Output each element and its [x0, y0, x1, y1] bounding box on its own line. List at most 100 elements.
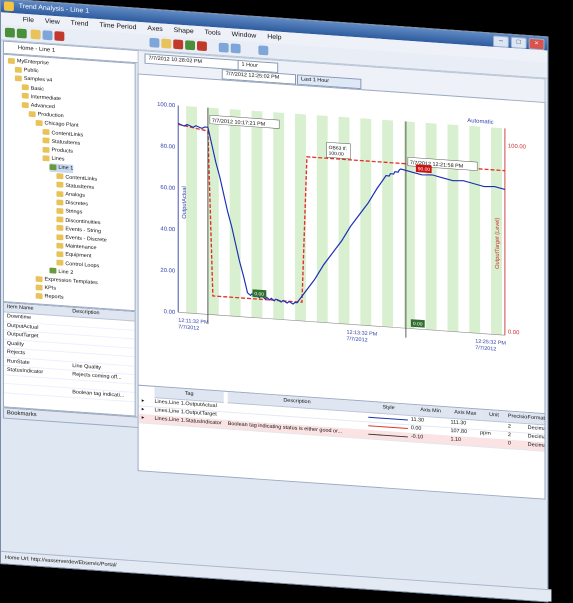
tree-item[interactable]: Reports: [35, 292, 64, 302]
tree-item-label: StatusItems: [65, 182, 95, 191]
time-period-value: Last 1 Hour: [300, 76, 330, 85]
time-band: [229, 109, 241, 317]
folder-icon: [35, 292, 43, 300]
save-icon[interactable]: [42, 30, 53, 41]
folder-icon: [21, 93, 29, 100]
y-tick-label: 60.00: [160, 185, 175, 192]
target-marker-label: 90.00: [418, 166, 431, 173]
tree-item-label: Products: [51, 147, 73, 155]
tree-item-label: Maintenance: [65, 243, 97, 252]
menu-file[interactable]: File: [23, 14, 34, 27]
pen-style-swatch[interactable]: [368, 416, 408, 421]
navigation-tree[interactable]: MyEnterprise Public Samples v4 Basic Interme…: [2, 53, 136, 312]
tree-item-label: Equipment: [65, 252, 92, 260]
tree-item-label: Basic: [30, 85, 45, 92]
window-title: Trend Analysis - Line 1: [18, 3, 90, 15]
time-band: [469, 125, 481, 334]
start-time-field[interactable]: 7/7/2012 10:28:02 PM: [144, 53, 239, 71]
folder-icon: [56, 181, 64, 189]
time-band: [316, 115, 328, 323]
zoom-icon[interactable]: [218, 42, 229, 53]
delete-icon[interactable]: [54, 31, 65, 42]
time-band: [273, 112, 285, 320]
time-band: [382, 119, 394, 328]
menu-tools[interactable]: Tools: [205, 27, 221, 40]
folder-icon: [14, 75, 22, 82]
folder-icon: [42, 155, 50, 162]
folder-icon: [14, 66, 22, 73]
tree-item-label: Chicago Plant: [44, 120, 79, 129]
forward-icon[interactable]: [16, 28, 27, 39]
tree-item-label: Discretes: [65, 200, 89, 208]
folder-icon: [56, 233, 64, 240]
tree-item-label: MyEnterprise: [16, 58, 49, 67]
x-tick-label: 7/7/2012: [347, 336, 368, 343]
tree-item-label: Discontinuities: [65, 217, 101, 226]
pen-style-swatch[interactable]: [368, 433, 408, 438]
time-band: [360, 118, 372, 326]
pen-style-swatch[interactable]: [368, 425, 408, 429]
folder-icon: [42, 129, 50, 136]
axis-min: -0.10: [410, 433, 424, 441]
y-tick-label: 40.00: [160, 226, 175, 233]
item-properties-panel: Item Name Description Downtime OutputActu…: [2, 301, 136, 417]
line-icon: [49, 267, 57, 275]
tree-item-label: Events - String: [65, 226, 102, 235]
stop-icon[interactable]: [173, 39, 184, 50]
folder-icon: [21, 84, 29, 91]
time-band: [251, 110, 263, 319]
folder-icon: [42, 146, 50, 153]
y-right-label: OutputTarget (Level): [495, 217, 501, 269]
folder-icon: [56, 225, 64, 232]
menu-help[interactable]: Help: [267, 31, 281, 44]
status-marker-label: 0.00: [413, 321, 423, 328]
time-band: [447, 124, 459, 332]
span-value: 1 Hour: [241, 62, 258, 69]
folder-icon: [35, 119, 43, 127]
folder-icon: [56, 173, 64, 180]
format: Decimal: [527, 442, 545, 450]
tree-item-label: Intermediate: [30, 94, 61, 102]
trend-chart[interactable]: 100.00 80.00 60.00 40.00 20.00 0.00 100.00 0.00…: [137, 73, 546, 415]
annotation-text: 100.00: [329, 151, 344, 158]
back-icon[interactable]: [4, 27, 15, 38]
folder-icon: [56, 207, 64, 214]
y-tick-label: 100.00: [157, 102, 175, 109]
row-expander: ▸: [141, 415, 145, 421]
tree-item-label: Samples v4: [23, 76, 53, 84]
x-tick-label: 7/7/2012: [178, 324, 199, 331]
folder-icon: [35, 275, 43, 282]
folder-icon[interactable]: [30, 29, 41, 40]
tree-item-label: Reports: [44, 293, 64, 301]
precision: 0: [507, 440, 511, 447]
right-min-label: 0.00: [508, 330, 520, 337]
pan-icon[interactable]: [230, 43, 241, 54]
x-tick-label: 7/7/2012: [475, 345, 496, 352]
tree-item-label: Line 1: [58, 165, 74, 172]
tree-item-label: Analogs: [65, 191, 86, 199]
window-frame: Trend Analysis - Line 1 – □ × File View …: [0, 0, 552, 603]
y-left-label: OutputActual: [182, 186, 188, 219]
tree-item-label: Line 2: [58, 268, 74, 276]
menu-axes[interactable]: Axes: [147, 23, 162, 36]
end-time-value: 7/7/2012 12:25:02 PM: [225, 71, 280, 81]
folder-icon: [28, 110, 36, 117]
refresh-icon[interactable]: [258, 45, 269, 56]
close-trend-icon[interactable]: [197, 41, 207, 52]
app-icon: [3, 1, 14, 12]
folder-icon: [56, 251, 64, 258]
tree-item-label: Lines: [51, 156, 65, 163]
trend-icon[interactable]: [149, 37, 160, 48]
open-trend-icon[interactable]: [161, 38, 172, 49]
status-text: Home Url: http://vasserverdev/Ebservic/P…: [4, 554, 117, 569]
trend-chart-svg[interactable]: 100.00 80.00 60.00 40.00 20.00 0.00 100.00 0.00…: [139, 75, 545, 414]
play-icon[interactable]: [185, 40, 196, 51]
tree-item-label: StatusItems: [51, 138, 81, 147]
menu-view[interactable]: View: [45, 15, 60, 28]
folder-icon: [56, 242, 64, 249]
status-bar: Home Url: http://vasserverdev/Ebservic/P…: [0, 550, 552, 602]
y-tick-label: 20.00: [160, 268, 175, 275]
start-time-value: 7/7/2012 10:28:02 PM: [148, 55, 203, 65]
y-tick-label: 0.00: [164, 309, 176, 316]
tree-item-label: Strings: [65, 208, 83, 216]
